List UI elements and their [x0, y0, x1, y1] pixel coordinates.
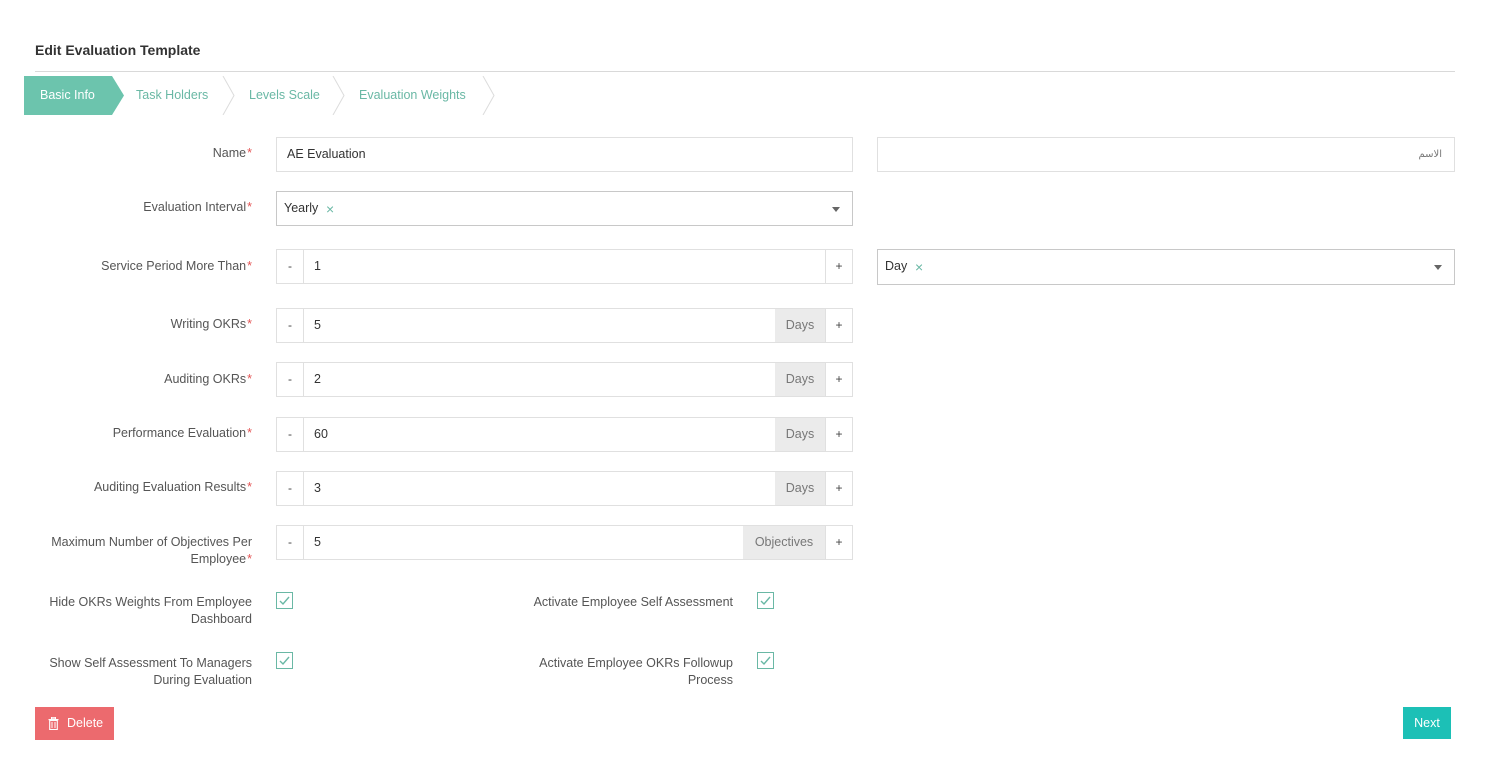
increment-button[interactable]: + — [825, 472, 852, 505]
title-divider — [35, 71, 1455, 72]
clear-icon[interactable]: × — [326, 201, 334, 218]
service-period-unit-value: Day — [885, 259, 908, 273]
okrs-followup-label: Activate Employee OKRs Followup Process — [539, 656, 733, 687]
step-levels-scale[interactable]: Levels Scale — [249, 76, 320, 115]
increment-button[interactable]: + — [825, 250, 852, 283]
performance-evaluation-value[interactable]: 60 — [314, 418, 328, 451]
unit-addon: Days — [775, 418, 825, 451]
unit-addon: Days — [775, 363, 825, 396]
auditing-results-value[interactable]: 3 — [314, 472, 321, 505]
checkmark-icon — [279, 656, 290, 666]
step-evaluation-weights[interactable]: Evaluation Weights — [359, 76, 466, 115]
hide-weights-checkbox[interactable] — [276, 592, 293, 609]
evaluation-interval-select[interactable]: Yearly × — [276, 191, 853, 226]
unit-addon: Days — [775, 309, 825, 342]
increment-button[interactable]: + — [825, 526, 852, 559]
decrement-button[interactable]: - — [277, 472, 304, 505]
checkmark-icon — [279, 596, 290, 606]
show-self-assessment-checkbox[interactable] — [276, 652, 293, 669]
checkmark-icon — [760, 596, 771, 606]
decrement-button[interactable]: - — [277, 363, 304, 396]
checkmark-icon — [760, 656, 771, 666]
chevron-down-icon[interactable] — [832, 207, 840, 212]
step-task-holders[interactable]: Task Holders — [136, 76, 208, 115]
decrement-button[interactable]: - — [277, 418, 304, 451]
show-self-assessment-label: Show Self Assessment To Managers During … — [49, 656, 252, 687]
step-task-holders-label: Task Holders — [136, 88, 209, 102]
trash-icon — [48, 717, 59, 730]
auditing-results-label: Auditing Evaluation Results* — [93, 480, 252, 494]
okrs-followup-checkbox[interactable] — [757, 652, 774, 669]
step-evaluation-weights-label: Evaluation Weights — [359, 88, 466, 102]
evaluation-interval-label: Evaluation Interval* — [143, 200, 252, 214]
writing-okrs-label: Writing OKRs* — [170, 317, 252, 331]
step-separator-icon — [332, 76, 345, 115]
writing-okrs-value[interactable]: 5 — [314, 309, 321, 342]
step-basic-info-label: Basic Info — [40, 88, 95, 102]
performance-evaluation-label: Performance Evaluation* — [112, 426, 252, 440]
next-button[interactable]: Next — [1403, 707, 1451, 739]
increment-button[interactable]: + — [825, 309, 852, 342]
max-objectives-label: Maximum Number of Objectives Per Employe… — [51, 535, 252, 566]
increment-button[interactable]: + — [825, 363, 852, 396]
service-period-stepper[interactable]: - 1 + — [276, 249, 853, 284]
max-objectives-value[interactable]: 5 — [314, 526, 321, 559]
auditing-okrs-label: Auditing OKRs* — [164, 372, 252, 386]
step-basic-info[interactable]: Basic Info — [24, 76, 124, 115]
self-assessment-checkbox[interactable] — [757, 592, 774, 609]
auditing-okrs-value[interactable]: 2 — [314, 363, 321, 396]
delete-button-label: Delete — [67, 716, 104, 730]
step-levels-scale-label: Levels Scale — [249, 88, 320, 102]
auditing-results-stepper[interactable]: - 3 Days + — [276, 471, 853, 506]
edit-evaluation-template-page: Edit Evaluation Template Basic Info Task… — [0, 0, 1493, 761]
service-period-value[interactable]: 1 — [314, 250, 321, 283]
hide-weights-label: Hide OKRs Weights From Employee Dashboar… — [49, 595, 252, 626]
step-separator-icon — [482, 76, 495, 115]
name-input[interactable]: AE Evaluation — [276, 137, 853, 172]
service-period-unit-select[interactable]: Day × — [877, 249, 1455, 285]
chevron-down-icon[interactable] — [1434, 265, 1442, 270]
name-label: Name* — [212, 146, 252, 160]
decrement-button[interactable]: - — [277, 526, 304, 559]
unit-addon: Days — [775, 472, 825, 505]
auditing-okrs-stepper[interactable]: - 2 Days + — [276, 362, 853, 397]
evaluation-interval-value: Yearly — [284, 201, 319, 215]
service-period-label: Service Period More Than* — [101, 259, 252, 273]
increment-button[interactable]: + — [825, 418, 852, 451]
clear-icon[interactable]: × — [915, 259, 923, 276]
unit-addon: Objectives — [743, 526, 825, 559]
max-objectives-stepper[interactable]: - 5 Objectives + — [276, 525, 853, 560]
name-arabic-input[interactable]: الاسم — [877, 137, 1455, 172]
delete-button[interactable]: Delete — [35, 707, 114, 740]
writing-okrs-stepper[interactable]: - 5 Days + — [276, 308, 853, 343]
page-title: Edit Evaluation Template — [35, 42, 201, 58]
wizard-steps: Basic Info Task Holders Levels Scale Eva… — [24, 76, 504, 115]
performance-evaluation-stepper[interactable]: - 60 Days + — [276, 417, 853, 452]
decrement-button[interactable]: - — [277, 250, 304, 283]
self-assessment-label: Activate Employee Self Assessment — [533, 595, 733, 609]
decrement-button[interactable]: - — [277, 309, 304, 342]
step-separator-icon — [222, 76, 235, 115]
